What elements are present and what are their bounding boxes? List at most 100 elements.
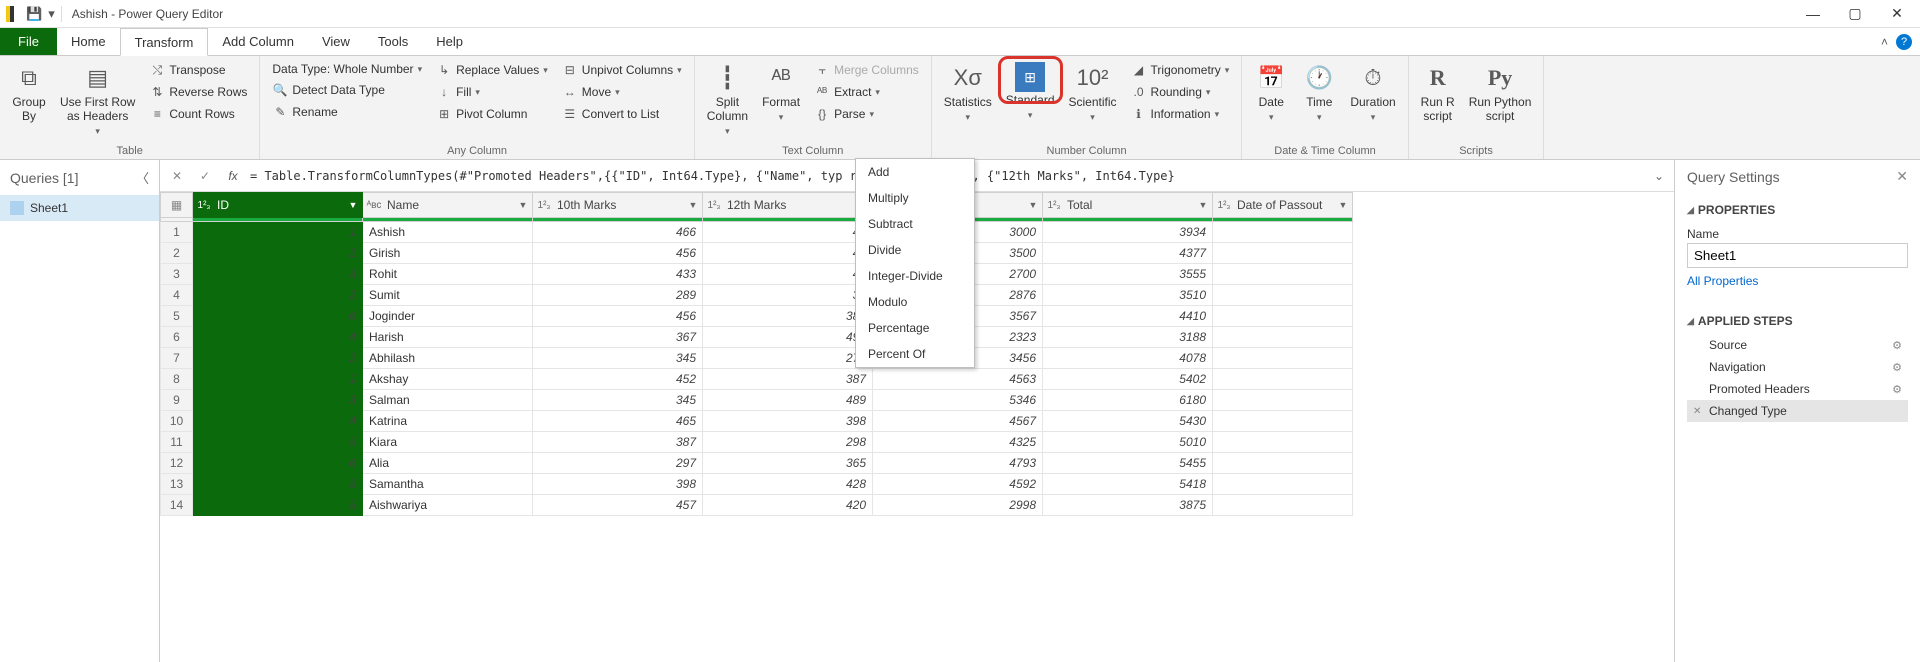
cell[interactable]	[1213, 243, 1353, 264]
cell[interactable]: 345	[533, 348, 703, 369]
cell[interactable]	[1213, 327, 1353, 348]
cell[interactable]: 428	[703, 474, 873, 495]
cell[interactable]	[1213, 348, 1353, 369]
gear-icon[interactable]: ⚙	[1892, 339, 1902, 352]
filter-icon[interactable]: ▼	[514, 200, 532, 210]
cell[interactable]: 3	[193, 264, 363, 285]
cell[interactable]: 4325	[873, 432, 1043, 453]
cell[interactable]: 5455	[1043, 453, 1213, 474]
cell[interactable]: 6	[193, 453, 363, 474]
tab-help[interactable]: Help	[422, 28, 477, 55]
qat-dropdown-icon[interactable]: ▾	[48, 6, 55, 22]
type-icon[interactable]: ᴬʙᴄ	[363, 200, 385, 211]
detect-data-type-button[interactable]: 🔍Detect Data Type	[268, 80, 426, 100]
cell[interactable]: 34	[703, 285, 873, 306]
table-row[interactable]: 145Aishwariya45742029983875	[161, 495, 1353, 516]
cell[interactable]: 398	[533, 474, 703, 495]
row-number[interactable]: 12	[161, 453, 193, 474]
cell[interactable]: 365	[703, 453, 873, 474]
table-row[interactable]: 56Joginder45638735674410	[161, 306, 1353, 327]
row-number[interactable]: 4	[161, 285, 193, 306]
row-number[interactable]: 11	[161, 432, 193, 453]
time-button[interactable]: 🕐Time	[1298, 60, 1340, 124]
cell[interactable]: 452	[533, 369, 703, 390]
table-row[interactable]: 42Sumit2893428763510	[161, 285, 1353, 306]
cell[interactable]: 5	[193, 495, 363, 516]
cell[interactable]: 456	[533, 243, 703, 264]
table-row[interactable]: 93Salman34548953466180	[161, 390, 1353, 411]
extract-button[interactable]: ᴬᴮExtract	[810, 82, 923, 102]
cell[interactable]: 2	[193, 348, 363, 369]
cell[interactable]: Kiara	[363, 432, 533, 453]
cell[interactable]: 5346	[873, 390, 1043, 411]
all-properties-link[interactable]: All Properties	[1687, 268, 1908, 294]
cell[interactable]: Abhilash	[363, 348, 533, 369]
menu-item-subtract[interactable]: Subtract	[856, 211, 974, 237]
cell[interactable]: Akshay	[363, 369, 533, 390]
column-header[interactable]: 1²₃ID▼	[193, 193, 363, 218]
cell[interactable]: 4	[193, 327, 363, 348]
cell[interactable]: 465	[533, 411, 703, 432]
transpose-button[interactable]: ⤭Transpose	[145, 60, 251, 80]
statistics-button[interactable]: Χσ Statistics	[940, 60, 996, 124]
tab-transform[interactable]: Transform	[120, 28, 209, 56]
cell[interactable]: 5402	[1043, 369, 1213, 390]
table-corner[interactable]: ▦	[161, 193, 193, 218]
replace-values-button[interactable]: ↳Replace Values	[432, 60, 552, 80]
menu-item-percentage[interactable]: Percentage	[856, 315, 974, 341]
close-settings-button[interactable]: ✕	[1896, 168, 1908, 185]
cell[interactable]: 4567	[873, 411, 1043, 432]
collapse-queries-icon[interactable]: 〈	[136, 168, 149, 187]
cell[interactable]: Rohit	[363, 264, 533, 285]
count-rows-button[interactable]: ≡Count Rows	[145, 104, 251, 124]
cell[interactable]: 367	[533, 327, 703, 348]
column-header[interactable]: 1²₃12th Marks▼	[703, 193, 873, 218]
table-row[interactable]: 33Rohit4334227003555	[161, 264, 1353, 285]
tab-file[interactable]: File	[0, 28, 57, 55]
information-button[interactable]: ℹInformation	[1127, 104, 1234, 124]
type-icon[interactable]: 1²₃	[533, 200, 555, 211]
help-icon[interactable]: ?	[1896, 34, 1912, 50]
cell[interactable]: 277	[703, 348, 873, 369]
parse-button[interactable]: {}Parse	[810, 104, 923, 124]
applied-step[interactable]: Source⚙	[1687, 334, 1908, 356]
cell[interactable]: 2	[193, 243, 363, 264]
cell[interactable]	[1213, 432, 1353, 453]
date-button[interactable]: 📅Date	[1250, 60, 1292, 124]
column-header[interactable]: 1²₃Total▼	[1043, 193, 1213, 218]
cell[interactable]	[1213, 453, 1353, 474]
cell[interactable]: 3188	[1043, 327, 1213, 348]
query-item[interactable]: Sheet1	[0, 195, 159, 221]
cell[interactable]: 1	[193, 222, 363, 243]
table-row[interactable]: 72Abhilash34527734564078	[161, 348, 1353, 369]
cell[interactable]: 5430	[1043, 411, 1213, 432]
cell[interactable]: 4410	[1043, 306, 1213, 327]
row-number[interactable]: 7	[161, 348, 193, 369]
cell[interactable]: 457	[533, 495, 703, 516]
row-number[interactable]: 10	[161, 411, 193, 432]
cell[interactable]: 489	[703, 390, 873, 411]
row-number[interactable]: 14	[161, 495, 193, 516]
row-number[interactable]: 9	[161, 390, 193, 411]
run-python-button[interactable]: PyRun Python script	[1465, 60, 1536, 126]
type-icon[interactable]: 1²₃	[703, 200, 725, 211]
row-number[interactable]: 8	[161, 369, 193, 390]
cell[interactable]: 3555	[1043, 264, 1213, 285]
cell[interactable]	[1213, 285, 1353, 306]
menu-item-percent-of[interactable]: Percent Of	[856, 341, 974, 367]
table-row[interactable]: 81Akshay45238745635402	[161, 369, 1353, 390]
cell[interactable]: 46	[703, 222, 873, 243]
gear-icon[interactable]: ⚙	[1892, 383, 1902, 396]
cell[interactable]: 42	[703, 243, 873, 264]
table-row[interactable]: 135Samantha39842845925418	[161, 474, 1353, 495]
cell[interactable]: 2998	[873, 495, 1043, 516]
cell[interactable]: 387	[703, 306, 873, 327]
expand-formula-button[interactable]: ⌄	[1650, 169, 1668, 183]
cell[interactable]: 4	[193, 411, 363, 432]
menu-item-integer-divide[interactable]: Integer-Divide	[856, 263, 974, 289]
cell[interactable]: Sumit	[363, 285, 533, 306]
cell[interactable]: Salman	[363, 390, 533, 411]
filter-icon[interactable]: ▼	[1194, 200, 1212, 210]
table-row[interactable]: 115Kiara38729843255010	[161, 432, 1353, 453]
cell[interactable]: 3875	[1043, 495, 1213, 516]
